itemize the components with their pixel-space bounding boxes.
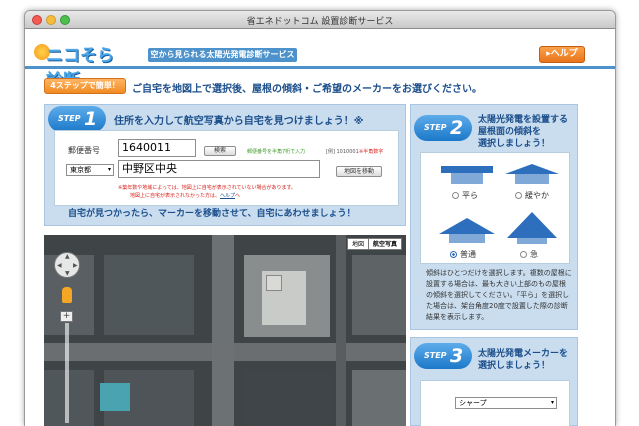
- aerial-map[interactable]: 地図 航空写真 ▲ ◀ ▶ ▼ +: [44, 235, 406, 426]
- postal-code-input[interactable]: 1640011: [118, 139, 196, 157]
- search-button[interactable]: 検索: [204, 146, 236, 156]
- map-type-map[interactable]: 地図: [348, 239, 368, 249]
- street-view-pegman-icon[interactable]: [62, 287, 72, 303]
- site-logo[interactable]: ニコそら診断: [32, 40, 128, 91]
- postal-code-label: 郵便番号: [68, 146, 100, 155]
- slope-label-flat: 平ら: [462, 191, 478, 200]
- building: [352, 255, 406, 335]
- note-line-1: ※築年数や地域によっては、地図上に自宅が表示されていない場合があります。: [118, 185, 297, 191]
- building: [352, 370, 406, 426]
- radio-normal[interactable]: [450, 251, 457, 258]
- building: [100, 383, 130, 411]
- pan-left-icon[interactable]: ◀: [57, 262, 62, 269]
- step3-number: 3: [450, 345, 464, 367]
- roof-gentle-icon[interactable]: [503, 162, 561, 186]
- help-button-label: ヘルプ: [550, 49, 578, 59]
- radio-flat[interactable]: [452, 192, 459, 199]
- step2-title-3: 選択しましょう！: [478, 139, 551, 149]
- step1-number: 1: [84, 108, 98, 130]
- prefecture-select[interactable]: 東京都 ▾: [66, 164, 114, 176]
- slope-option-flat[interactable]: 平ら: [452, 190, 478, 201]
- slope-option-steep[interactable]: 急: [520, 249, 538, 260]
- step3-label: STEP 3: [414, 343, 472, 369]
- map-type-switch[interactable]: 地図 航空写真: [346, 238, 402, 250]
- address-input[interactable]: 中野区中央: [118, 160, 320, 178]
- chevron-down-icon: ▾: [550, 399, 554, 406]
- four-steps-badge: 4ステップで簡単！: [44, 78, 126, 94]
- pan-down-icon[interactable]: ▼: [65, 270, 70, 277]
- roof-steep-icon[interactable]: [503, 210, 561, 244]
- building: [44, 370, 94, 426]
- slope-description: 傾斜はひとつだけを選択します。複数の屋根に設置する場合は、最も大きい上部のもの屋…: [426, 269, 572, 321]
- step3-title-2: 選択しましょう！: [478, 361, 551, 371]
- half-width-note: ※半角数字: [359, 149, 384, 155]
- window-title: 省エネドットコム 設置診断サービス: [246, 17, 394, 27]
- step2-word: STEP: [424, 123, 447, 132]
- prefecture-value: 東京都: [70, 166, 91, 174]
- manufacturer-value: シャープ: [459, 399, 487, 407]
- building: [266, 275, 282, 291]
- instruction-text: ご自宅を地図上で選択後、屋根の傾斜・ご希望のメーカーをお選びください。: [132, 84, 482, 95]
- header-divider: [25, 66, 615, 69]
- note-line-2b: へ: [235, 193, 241, 199]
- radio-gentle[interactable]: [515, 192, 522, 199]
- postal-example: [例] 1010001: [326, 149, 359, 155]
- step1-word: STEP: [58, 114, 81, 123]
- title-bar: 省エネドットコム 設置診断サービス: [25, 11, 615, 29]
- pan-control[interactable]: ▲ ◀ ▶ ▼: [54, 252, 80, 278]
- help-button[interactable]: ▸ヘルプ: [539, 46, 585, 63]
- step1-label: STEP 1: [48, 106, 106, 132]
- building: [244, 370, 330, 426]
- step1-title: 住所を入力して航空写真から自宅を見つけましょう！※: [114, 116, 364, 127]
- radio-steep[interactable]: [520, 251, 527, 258]
- step2-label: STEP 2: [414, 115, 472, 141]
- slope-label-normal: 普通: [460, 250, 476, 259]
- zoom-in-button[interactable]: +: [60, 311, 73, 322]
- pan-up-icon[interactable]: ▲: [65, 253, 70, 260]
- road: [212, 235, 234, 426]
- note-line-2a: 地図上に自宅が表示されなかった方は、: [130, 193, 221, 199]
- move-map-button[interactable]: 地図を移動: [336, 166, 382, 177]
- slope-option-normal[interactable]: 普通: [450, 249, 476, 260]
- building: [104, 255, 194, 335]
- slope-label-gentle: 緩やか: [525, 191, 549, 200]
- roof-flat-icon[interactable]: [437, 164, 497, 186]
- roof-normal-icon[interactable]: [437, 216, 497, 244]
- slope-option-gentle[interactable]: 緩やか: [515, 190, 549, 201]
- zoom-slider[interactable]: [65, 323, 69, 423]
- step3-word: STEP: [424, 351, 447, 360]
- map-type-aerial[interactable]: 航空写真: [367, 239, 401, 249]
- note-line-2: 地図上に自宅が表示されなかった方は、ヘルプへ: [130, 192, 240, 199]
- step2-number: 2: [450, 117, 464, 139]
- road: [336, 235, 346, 426]
- manufacturer-select[interactable]: シャープ ▾: [455, 397, 557, 409]
- help-link[interactable]: ヘルプ: [220, 193, 235, 199]
- marker-instruction: 自宅が見つかったら、マーカーを移動させて、自宅にあわせましょう！: [68, 209, 356, 219]
- service-tagline: 空から見られる太陽光発電診断サービス: [148, 48, 297, 62]
- slope-label-steep: 急: [530, 250, 538, 259]
- postal-hint: 郵便番号を半角7桁で入力: [247, 149, 306, 155]
- chevron-down-icon: ▾: [107, 166, 111, 173]
- pan-right-icon[interactable]: ▶: [73, 262, 78, 269]
